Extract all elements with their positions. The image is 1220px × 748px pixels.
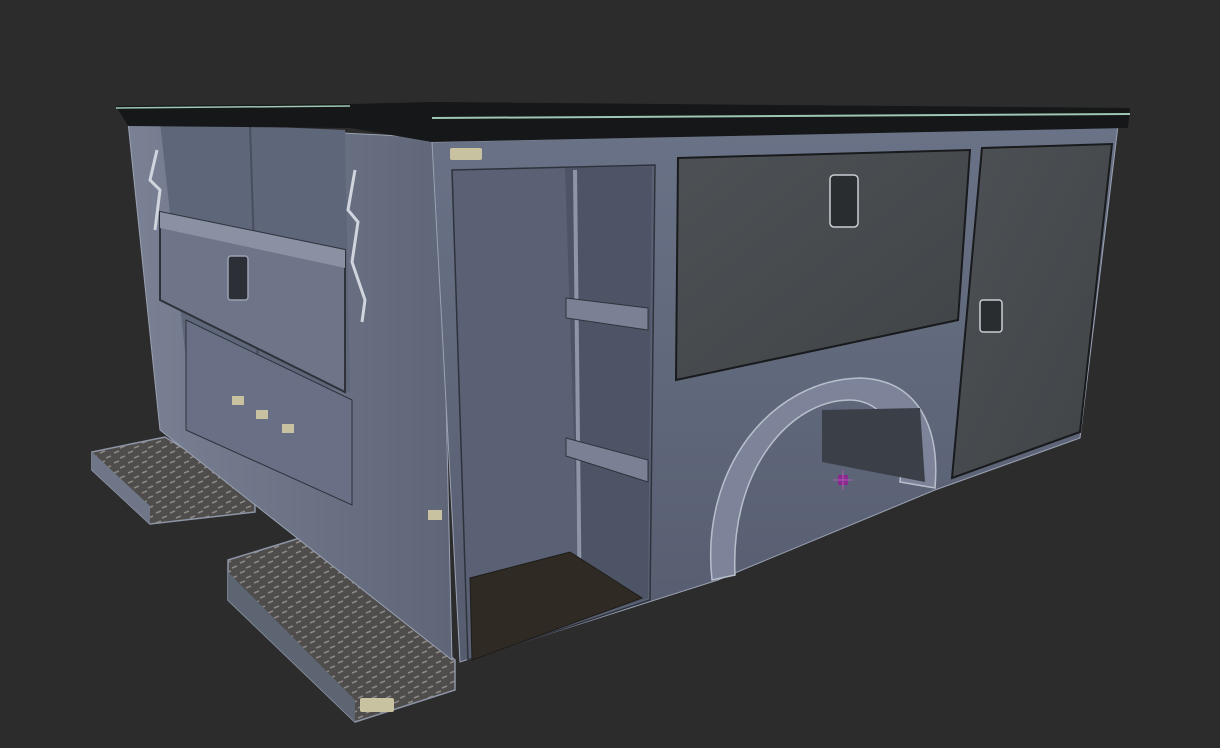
3d-viewport[interactable] — [0, 0, 1220, 748]
rear-light-3 — [282, 424, 294, 433]
rear-light-2 — [256, 410, 268, 419]
upper-door-handle — [829, 174, 859, 228]
rear-light-1 — [232, 396, 244, 405]
rear-light-4 — [428, 510, 442, 520]
side-face — [431, 125, 1119, 663]
step-light — [360, 698, 394, 712]
front-door-handle — [979, 299, 1003, 333]
truck-body-model[interactable] — [0, 0, 1220, 748]
tailgate-handle — [227, 255, 249, 301]
side-marker-light — [450, 148, 482, 160]
